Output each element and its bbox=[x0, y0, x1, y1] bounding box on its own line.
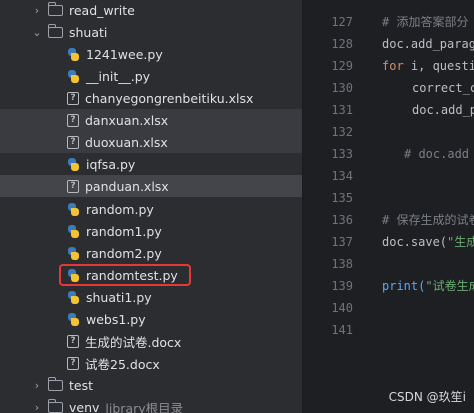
python-file-icon bbox=[67, 246, 80, 260]
tree-file[interactable]: ? chanyegongrenbeitiku.xlsx bbox=[0, 87, 302, 109]
tree-file-label: 1241wee.py bbox=[86, 46, 163, 62]
tree-file-label: iqfsa.py bbox=[86, 156, 136, 172]
code-keyword: for bbox=[382, 59, 404, 73]
line-number: 138 bbox=[331, 257, 353, 271]
code-line: # 保存生成的试卷 bbox=[382, 213, 474, 227]
code-function: print( bbox=[382, 279, 426, 293]
tree-folder-shuati[interactable]: ⌄ shuati bbox=[0, 21, 302, 43]
python-file-icon bbox=[67, 69, 80, 83]
tree-file[interactable]: ? duoxuan.xlsx bbox=[0, 131, 302, 153]
tree-file-label: webs1.py bbox=[86, 311, 146, 327]
project-tree: › read_write ⌄ shuati 1241wee.py __init_… bbox=[0, 0, 302, 413]
chevron-right-icon[interactable]: › bbox=[30, 379, 44, 392]
line-number: 141 bbox=[331, 323, 353, 337]
code-string: "生成 bbox=[447, 235, 474, 249]
tree-file[interactable]: ? 试卷25.docx bbox=[0, 352, 302, 374]
tree-file[interactable]: 1241wee.py bbox=[0, 43, 302, 65]
chevron-right-icon[interactable]: › bbox=[30, 401, 44, 413]
line-number: 128 bbox=[331, 37, 353, 51]
line-number: 140 bbox=[331, 301, 353, 315]
tree-file[interactable]: iqfsa.py bbox=[0, 153, 302, 175]
tree-folder-label: venv bbox=[69, 399, 100, 413]
code-line: correct_c bbox=[412, 81, 474, 95]
folder-icon bbox=[47, 23, 63, 38]
chevron-down-icon[interactable]: ⌄ bbox=[30, 26, 44, 39]
line-number: 136 bbox=[331, 213, 353, 227]
tree-file[interactable]: __init__.py bbox=[0, 65, 302, 87]
tree-file[interactable]: random.py bbox=[0, 198, 302, 220]
tree-file-label: shuati1.py bbox=[86, 289, 152, 305]
tree-file-label: random.py bbox=[86, 201, 154, 217]
line-number: 135 bbox=[331, 191, 353, 205]
unknown-file-icon: ? bbox=[67, 179, 79, 193]
code-line: # 添加答案部分 bbox=[382, 15, 469, 29]
watermark: CSDN @玖笙i bbox=[388, 390, 466, 404]
python-file-icon bbox=[67, 312, 80, 326]
tree-file-label: chanyegongrenbeitiku.xlsx bbox=[85, 90, 254, 106]
tree-file-label: __init__.py bbox=[86, 68, 151, 84]
tree-folder-venv[interactable]: › venv library根目录 bbox=[0, 396, 302, 413]
unknown-file-icon: ? bbox=[67, 334, 79, 348]
code-string: "试卷生成 bbox=[425, 279, 474, 293]
chevron-right-icon[interactable]: › bbox=[30, 4, 44, 17]
python-file-icon bbox=[67, 224, 80, 238]
tree-folder-test[interactable]: › test bbox=[0, 374, 302, 396]
code-editor[interactable]: # 添加答案部分 doc.add_parag for i, questi cor… bbox=[372, 0, 474, 413]
code-line: for i, questi bbox=[382, 55, 474, 77]
python-file-icon bbox=[67, 268, 80, 282]
line-number: 139 bbox=[331, 279, 353, 293]
line-number: 127 bbox=[331, 15, 353, 29]
unknown-file-icon: ? bbox=[67, 91, 79, 105]
code-line: # doc.add bbox=[404, 147, 470, 161]
unknown-file-icon: ? bbox=[67, 356, 79, 370]
line-number-gutter: 127 128 129 130 131 132 133 134 135 136 … bbox=[302, 0, 372, 413]
python-file-icon bbox=[67, 290, 80, 304]
tree-file[interactable]: ? danxuan.xlsx bbox=[0, 109, 302, 131]
tree-file[interactable]: shuati1.py bbox=[0, 286, 302, 308]
folder-icon bbox=[47, 376, 63, 391]
line-number: 133 bbox=[331, 147, 353, 161]
folder-icon bbox=[47, 398, 63, 413]
tree-file[interactable]: random2.py bbox=[0, 242, 302, 264]
python-file-icon bbox=[67, 202, 80, 216]
code-line: doc.add_parag bbox=[382, 37, 474, 51]
code-line: doc.add_p bbox=[412, 103, 474, 117]
code-text: doc.save( bbox=[382, 235, 448, 249]
tree-file-label: 生成的试卷.docx bbox=[85, 334, 182, 350]
tree-file[interactable]: ? panduan.xlsx bbox=[0, 175, 302, 197]
line-number: 134 bbox=[331, 169, 353, 183]
tree-file[interactable]: ? 生成的试卷.docx bbox=[0, 330, 302, 352]
line-number: 137 bbox=[331, 235, 353, 249]
unknown-file-icon: ? bbox=[67, 135, 79, 149]
folder-icon bbox=[47, 1, 63, 16]
tree-file-label: randomtest.py bbox=[86, 267, 178, 283]
tree-file-label: random2.py bbox=[86, 245, 162, 261]
line-number: 131 bbox=[331, 103, 353, 117]
code-text: i, questi bbox=[403, 59, 474, 73]
tree-file[interactable]: webs1.py bbox=[0, 308, 302, 330]
tree-folder-label: test bbox=[69, 377, 94, 393]
tree-file-randomtest[interactable]: randomtest.py bbox=[0, 264, 302, 286]
code-line: print("试卷生成 bbox=[382, 275, 474, 297]
python-file-icon bbox=[67, 157, 80, 171]
python-file-icon bbox=[67, 47, 80, 61]
tree-folder-label: shuati bbox=[69, 24, 108, 40]
tree-file[interactable]: random1.py bbox=[0, 220, 302, 242]
code-line: doc.save("生成 bbox=[382, 231, 474, 253]
tree-file-label: random1.py bbox=[86, 223, 162, 239]
line-number: 132 bbox=[331, 125, 353, 139]
line-number: 129 bbox=[331, 59, 353, 73]
tree-folder-label: read_write bbox=[69, 2, 135, 18]
tree-file-label: danxuan.xlsx bbox=[85, 112, 169, 128]
tree-file-label: panduan.xlsx bbox=[85, 178, 169, 194]
tree-folder-read-write[interactable]: › read_write bbox=[0, 0, 302, 21]
tree-file-label: 试卷25.docx bbox=[85, 356, 160, 372]
line-number: 130 bbox=[331, 81, 353, 95]
library-root-hint: library根目录 bbox=[105, 400, 184, 413]
tree-file-label: duoxuan.xlsx bbox=[85, 134, 168, 150]
unknown-file-icon: ? bbox=[67, 113, 79, 127]
